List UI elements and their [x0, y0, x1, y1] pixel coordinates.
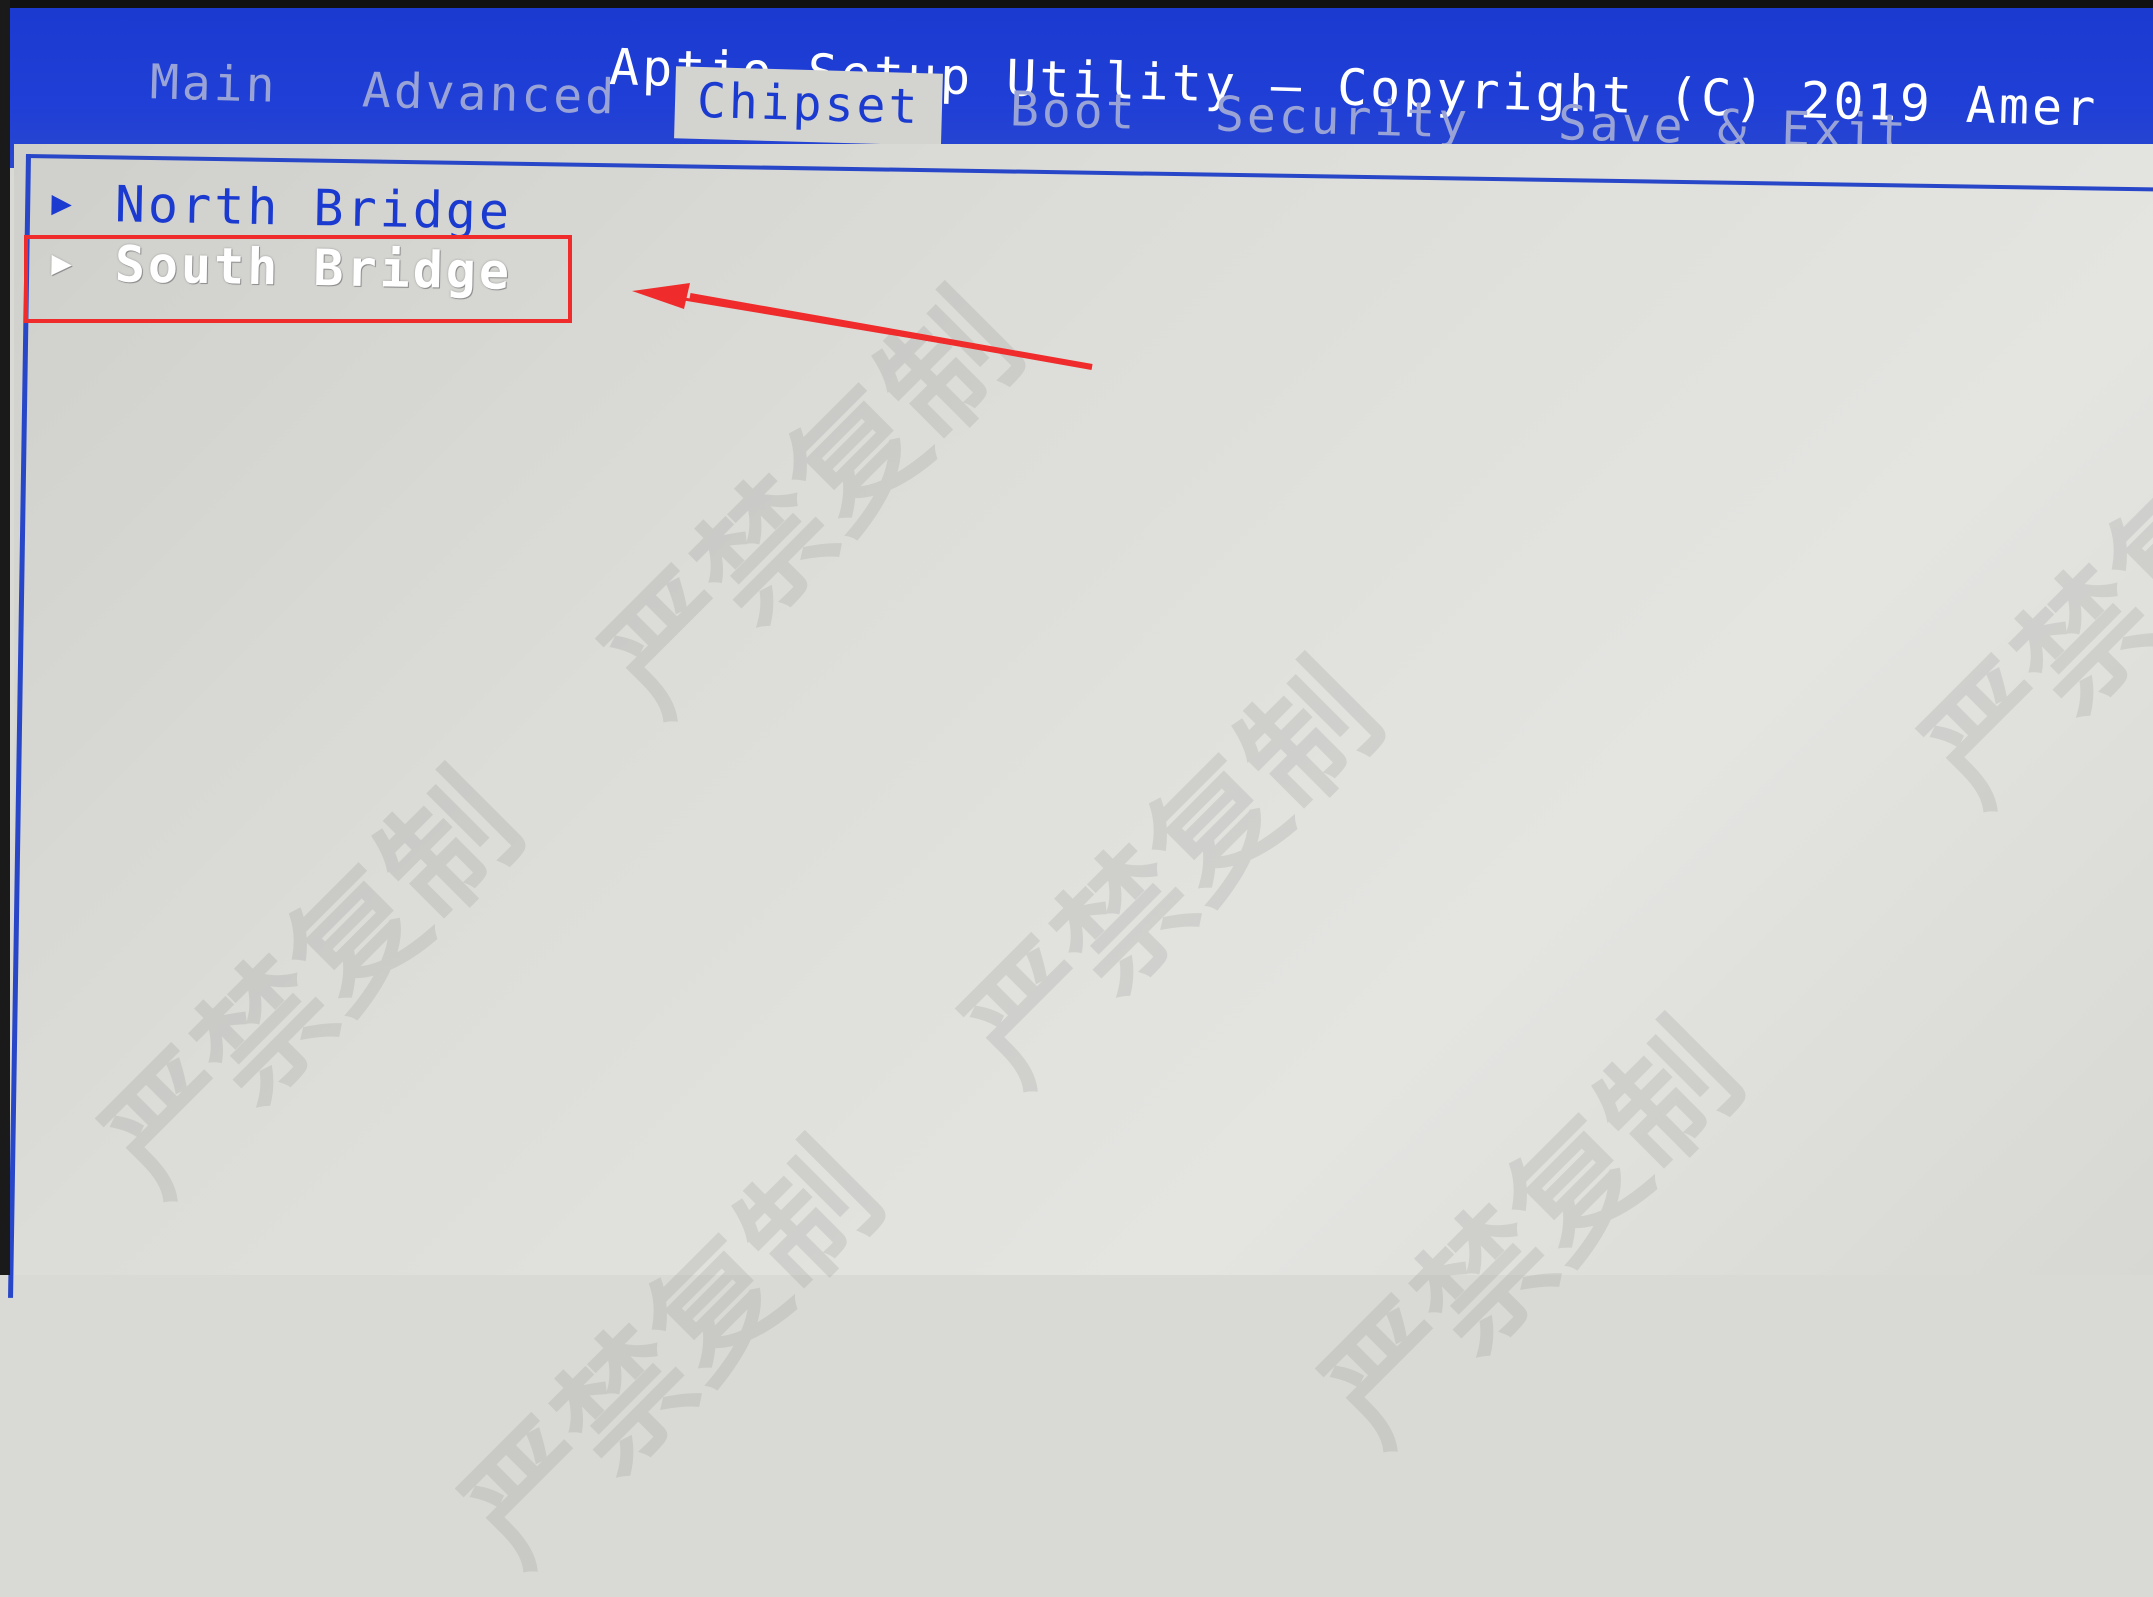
tab-security[interactable]: Security: [1214, 86, 1471, 149]
annotation-highlight-box: [24, 235, 572, 323]
tab-boot[interactable]: Boot: [1009, 81, 1138, 141]
panel-border: [8, 154, 2153, 1332]
tab-main[interactable]: Main: [149, 54, 278, 114]
menu-item-north-bridge[interactable]: ▶ North Bridge: [51, 174, 513, 241]
screen-bezel-left: [0, 0, 10, 1275]
menu-item-label: North Bridge: [114, 175, 513, 241]
tab-advanced[interactable]: Advanced: [361, 62, 618, 125]
screen-bezel-top: [0, 0, 2153, 8]
tab-chipset[interactable]: Chipset: [674, 66, 944, 146]
submenu-arrow-icon: ▶: [51, 182, 76, 224]
